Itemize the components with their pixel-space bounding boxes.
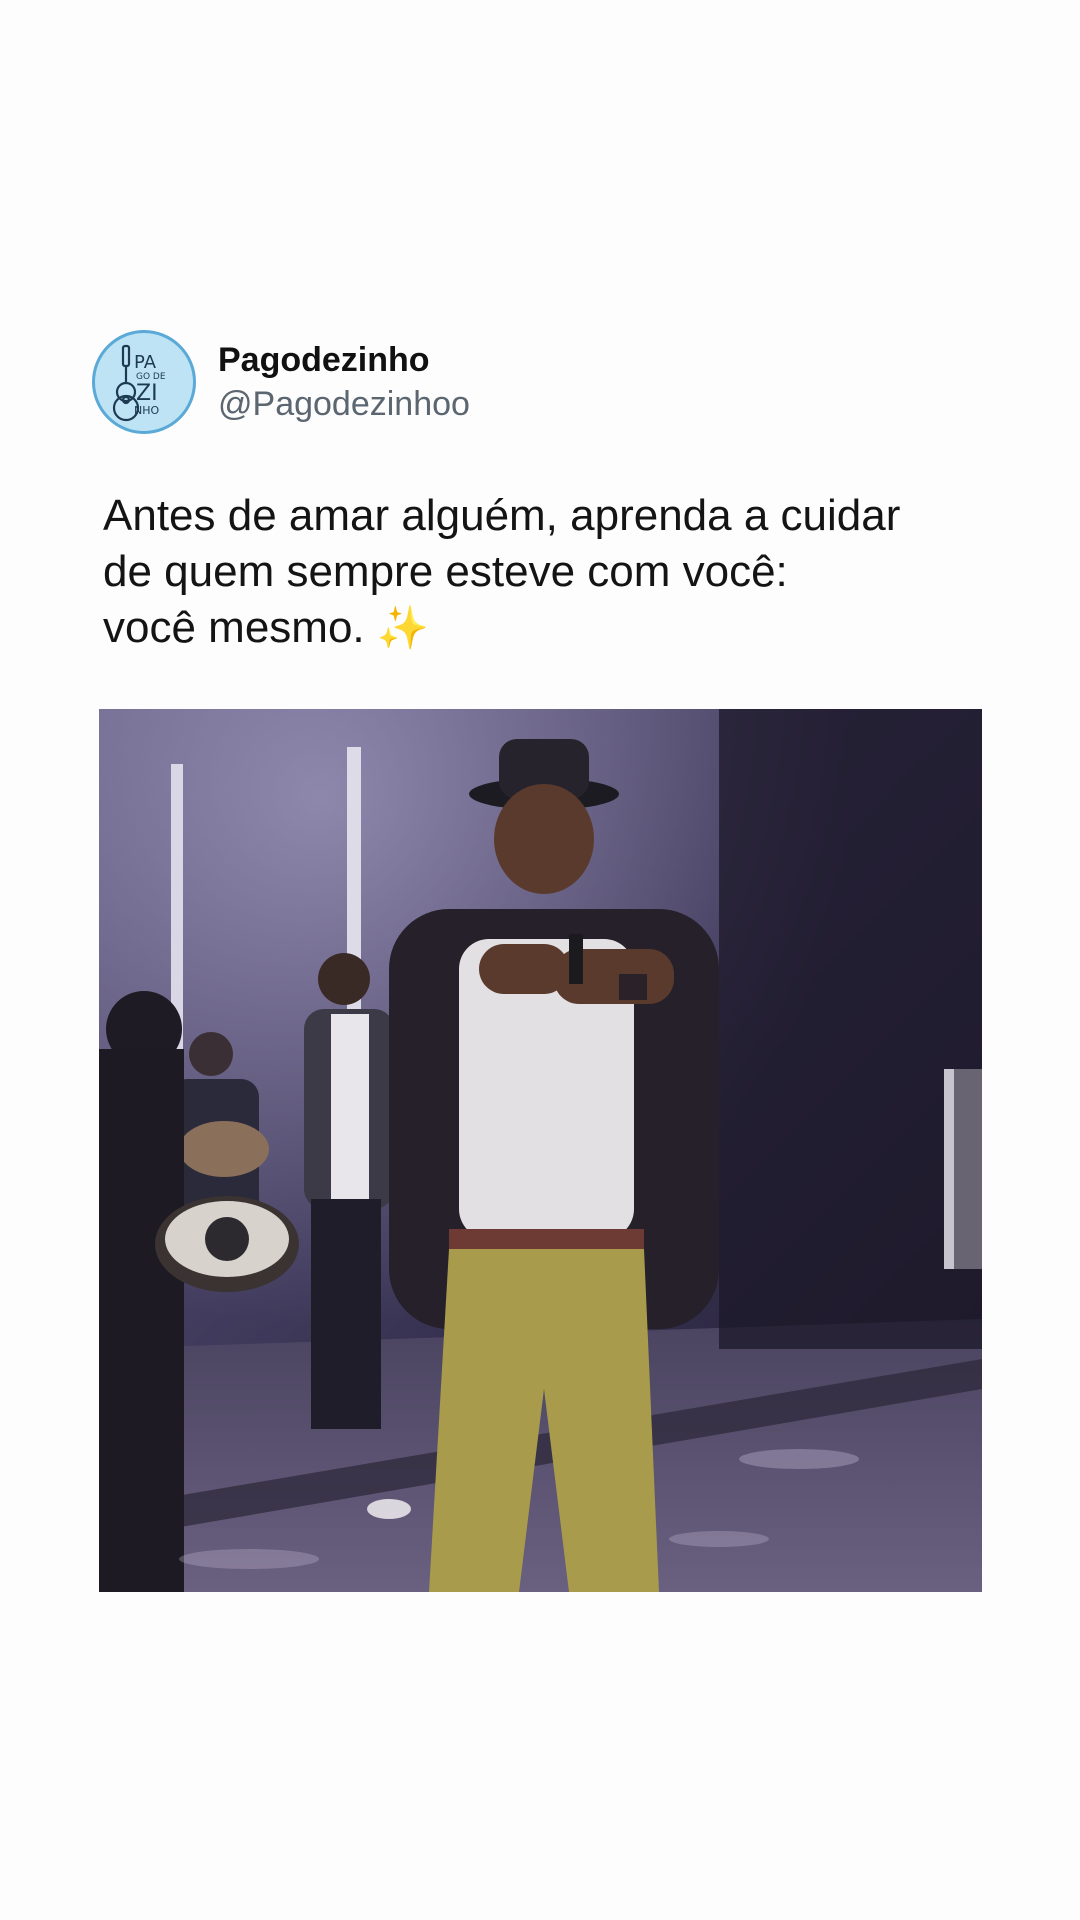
svg-text:PA: PA [134,352,157,373]
svg-text:NHO: NHO [134,404,160,417]
tweet-screenshot: PA GO DE ZI NHO Pagodezinho @Pagodezinho… [0,0,1080,1920]
svg-text:ZI: ZI [136,381,158,406]
avatar[interactable]: PA GO DE ZI NHO [92,330,196,434]
tweet-text-line-1: Antes de amar alguém, aprenda a cuidar [103,491,901,540]
tweet-text-line-3: você mesmo. ✨ [103,600,1003,656]
tweet-text-line-2: de quem sempre esteve com você: [103,547,788,596]
sparkles-icon: ✨ [376,604,430,651]
tweet-header: PA GO DE ZI NHO Pagodezinho @Pagodezinho… [92,330,470,434]
tweet-text-line-3-text: você mesmo. [103,603,365,652]
author-names: Pagodezinho @Pagodezinhoo [218,338,470,426]
pagodezinho-logo-icon: PA GO DE ZI NHO [98,336,190,428]
author-display-name[interactable]: Pagodezinho [218,338,470,382]
tweet-media-image[interactable] [99,709,982,1592]
tweet-text: Antes de amar alguém, aprenda a cuidar d… [103,488,1003,656]
author-handle[interactable]: @Pagodezinhoo [218,382,470,426]
stage-performance-image [99,709,982,1592]
